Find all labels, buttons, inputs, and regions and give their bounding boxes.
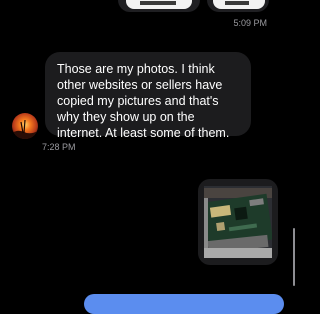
avatar[interactable]	[12, 113, 38, 139]
thumbnail-detail	[225, 1, 249, 5]
message-timestamp: 5:09 PM	[233, 18, 267, 28]
circuit-board-photo	[204, 186, 272, 258]
message-timestamp: 7:28 PM	[42, 142, 76, 152]
avatar-image	[12, 113, 38, 139]
outgoing-photo-attachment[interactable]	[198, 179, 278, 265]
attachment-thumbnail[interactable]	[207, 0, 269, 12]
attachment-thumbnail[interactable]	[118, 0, 200, 12]
thumbnail-detail	[140, 1, 176, 5]
scrollbar[interactable]	[293, 228, 295, 286]
message-text: Those are my photos. I think other websi…	[57, 62, 230, 140]
outgoing-message-bubble[interactable]	[84, 294, 284, 314]
incoming-message-bubble[interactable]: Those are my photos. I think other websi…	[45, 52, 251, 140]
